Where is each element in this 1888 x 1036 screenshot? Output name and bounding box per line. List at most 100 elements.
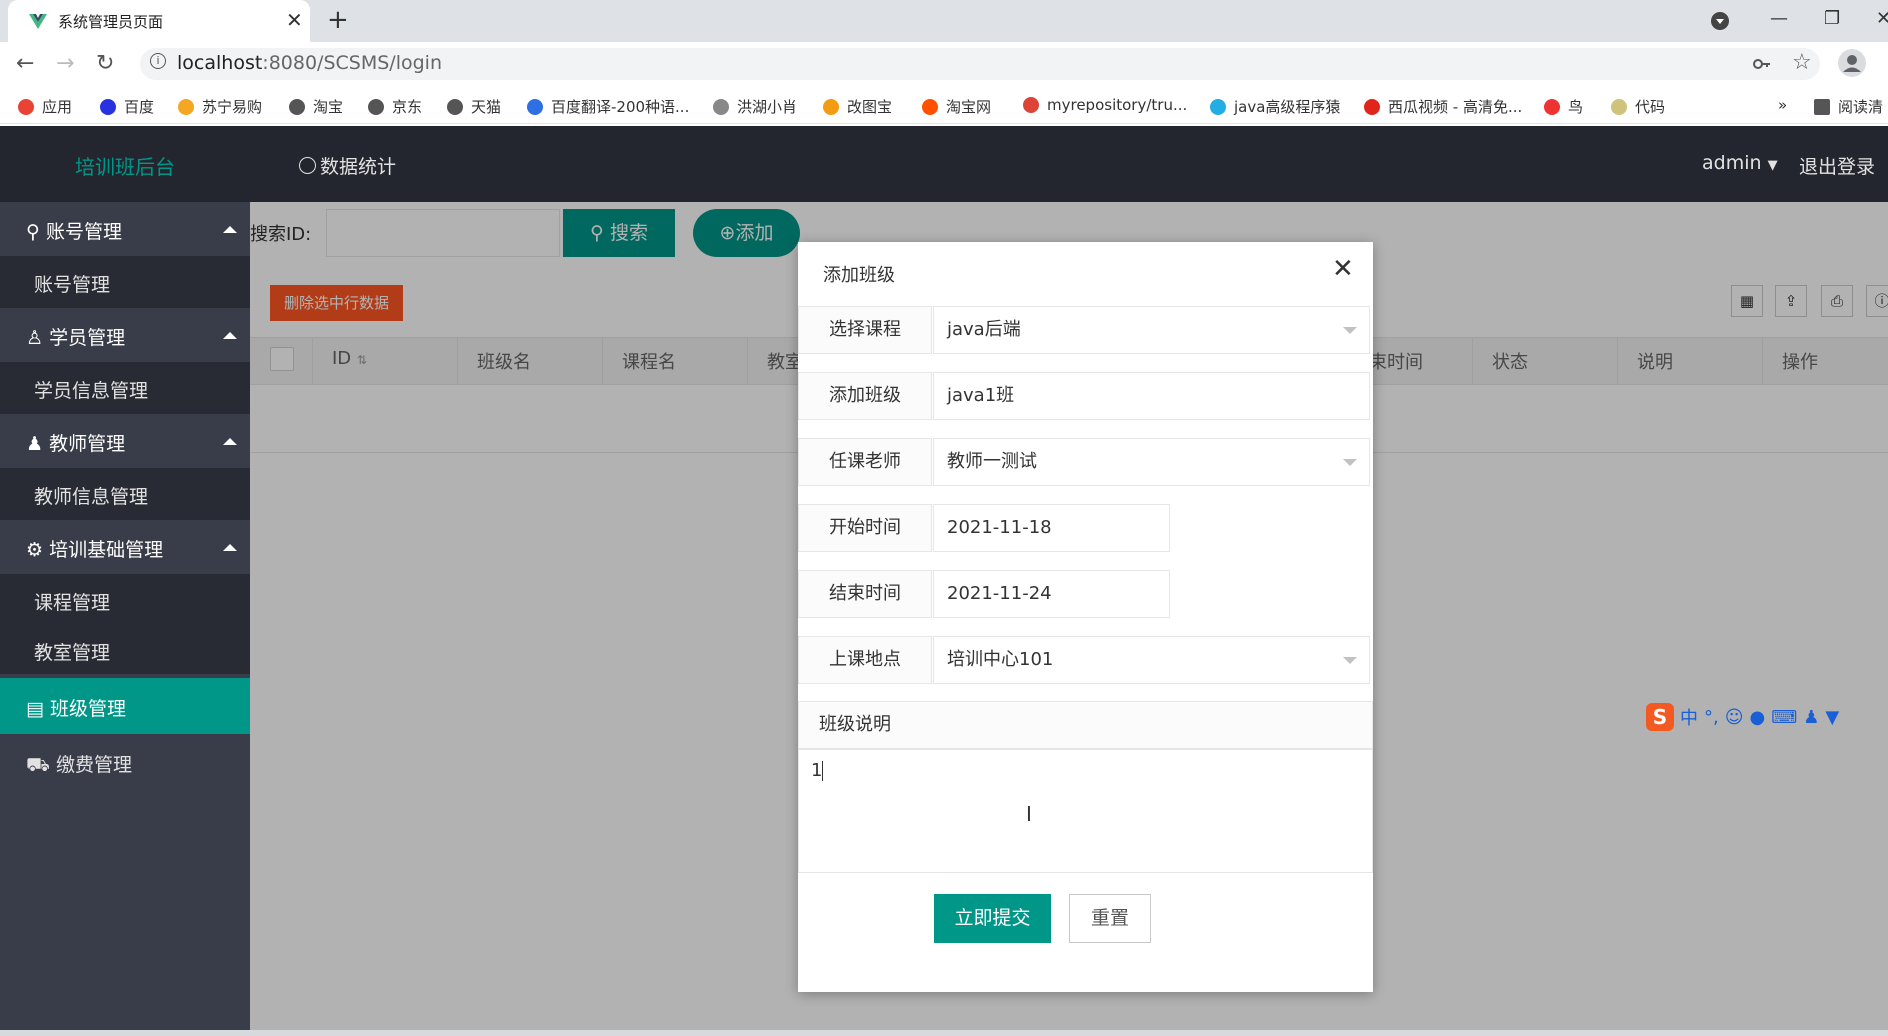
- gear-icon: ⚙: [26, 539, 44, 561]
- field-label-teacher: 任课老师: [798, 438, 932, 486]
- tab-search-icon[interactable]: [1710, 11, 1730, 31]
- bookmark-item[interactable]: myrepository/tru...: [1023, 96, 1187, 114]
- sidebar-item-label: 课程管理: [34, 592, 111, 614]
- bookmarks-overflow-icon[interactable]: »: [1778, 96, 1787, 114]
- nav-data-stats[interactable]: 数据统计: [299, 152, 396, 179]
- teacher-select[interactable]: 教师一测试: [933, 438, 1370, 486]
- bookmark-item[interactable]: 京东: [368, 96, 422, 117]
- logout-link[interactable]: 退出登录: [1799, 152, 1875, 179]
- bookmark-label: java高级程序猿: [1234, 98, 1341, 116]
- window-close-button[interactable]: ✕: [1876, 6, 1888, 32]
- bookmark-label: 应用: [42, 98, 73, 116]
- tab-close-icon[interactable]: ✕: [286, 8, 303, 32]
- sidebar-item-classroom[interactable]: 教室管理: [0, 626, 250, 674]
- window-minimize-button[interactable]: —: [1770, 6, 1788, 32]
- chevron-up-icon: [223, 226, 237, 233]
- user-menu[interactable]: admin ▼: [1702, 152, 1778, 174]
- field-label-class-name: 添加班级: [798, 372, 932, 420]
- reading-list-icon: [1814, 98, 1830, 115]
- apps-grid-icon: [18, 98, 34, 115]
- key-icon[interactable]: [1752, 54, 1772, 74]
- dashboard-icon: [299, 157, 316, 174]
- sidebar-item-payment[interactable]: ⛟ 缴费管理: [0, 734, 250, 790]
- sidebar-group-label: 教师管理: [49, 433, 126, 455]
- app-logo[interactable]: 培训班后台: [75, 151, 175, 180]
- sidebar-group-label: 学员管理: [49, 327, 126, 349]
- bookmark-label: myrepository/tru...: [1047, 96, 1188, 114]
- field-label-course: 选择课程: [798, 306, 932, 354]
- profile-avatar-icon[interactable]: [1838, 49, 1866, 77]
- sidebar-item-account-manage[interactable]: 账号管理: [0, 256, 250, 308]
- description-textarea[interactable]: 1: [798, 749, 1373, 873]
- browser-tab-strip: 系统管理员页面 ✕ + — ❐ ✕: [0, 0, 1888, 42]
- bookmark-item[interactable]: 淘宝: [289, 96, 343, 117]
- sidebar-item-student-info[interactable]: 学员信息管理: [0, 362, 250, 414]
- back-icon[interactable]: ←: [16, 51, 34, 77]
- skin-icon[interactable]: ▼: [1825, 707, 1839, 728]
- bookmark-item[interactable]: 改图宝: [823, 96, 892, 117]
- emoji-icon[interactable]: ☺: [1725, 707, 1744, 728]
- course-select[interactable]: java后端: [933, 306, 1370, 354]
- bookmark-label: 淘宝网: [946, 98, 992, 116]
- globe-icon: [368, 98, 384, 115]
- bookmark-item[interactable]: 淘宝网: [922, 96, 991, 117]
- reading-list-button[interactable]: 阅读清: [1814, 96, 1883, 117]
- ime-toolbar[interactable]: S 中 °, ☺ ● ⌨ ♟ ▼: [1646, 702, 1839, 732]
- bookmark-item[interactable]: 天猫: [447, 96, 501, 117]
- class-name-input[interactable]: java1班: [933, 372, 1370, 420]
- user-icon: ♙: [26, 327, 44, 349]
- bookmark-label: 天猫: [471, 98, 502, 116]
- bookmark-item[interactable]: 洪湖小肖: [713, 96, 797, 117]
- bookmark-item[interactable]: 应用: [18, 96, 72, 117]
- close-icon[interactable]: ✕: [1332, 255, 1354, 283]
- sidebar-group-training-basics[interactable]: ⚙ 培训基础管理: [0, 520, 250, 574]
- forward-icon[interactable]: →: [56, 51, 74, 77]
- reload-icon[interactable]: ↻: [96, 51, 114, 77]
- bookmark-item[interactable]: 西瓜视频 - 高清免...: [1364, 96, 1522, 117]
- bottom-strip: [0, 1030, 1888, 1036]
- bookmark-star-icon[interactable]: ☆: [1792, 50, 1812, 75]
- start-date-input[interactable]: 2021-11-18: [933, 504, 1170, 552]
- ime-mode[interactable]: 中: [1680, 704, 1698, 730]
- field-label-start-date: 开始时间: [798, 504, 932, 552]
- url-text[interactable]: localhost:8080/SCSMS/login: [177, 52, 442, 74]
- sidebar-item-teacher-info[interactable]: 教师信息管理: [0, 468, 250, 520]
- bookmark-item[interactable]: java高级程序猿: [1210, 96, 1340, 117]
- sidebar-item-class[interactable]: ▤ 班级管理: [0, 678, 250, 734]
- bookmark-item[interactable]: 苏宁易购: [178, 96, 262, 117]
- site-info-icon[interactable]: i: [150, 53, 166, 69]
- sidebar-group-teacher[interactable]: ♟ 教师管理: [0, 414, 250, 468]
- bookmark-label: 苏宁易购: [202, 98, 263, 116]
- bird-icon: [713, 98, 729, 115]
- translate-icon: [527, 98, 543, 115]
- browser-tab[interactable]: 系统管理员页面 ✕: [8, 0, 310, 42]
- sidebar-item-course[interactable]: 课程管理: [0, 574, 250, 626]
- list-icon: ▤: [26, 698, 44, 720]
- sidebar-group-student[interactable]: ♙ 学员管理: [0, 308, 250, 362]
- window-restore-button[interactable]: ❐: [1824, 6, 1840, 32]
- sidebar-item-label: 教室管理: [34, 642, 111, 664]
- code-icon: [1611, 98, 1627, 115]
- bookmark-item[interactable]: 百度: [100, 96, 154, 117]
- globe-icon: [447, 98, 463, 115]
- person-icon: ♟: [26, 433, 44, 455]
- sidebar-group-label: 培训基础管理: [49, 539, 164, 561]
- bookmark-item[interactable]: 代码: [1611, 96, 1665, 117]
- sidebar-group-account[interactable]: ⚲ 账号管理: [0, 202, 250, 256]
- submit-button[interactable]: 立即提交: [934, 894, 1051, 943]
- cart-icon: ⛟: [26, 754, 50, 776]
- bookmark-item[interactable]: 百度翻译-200种语...: [527, 96, 689, 117]
- punctuation-icon[interactable]: °,: [1704, 707, 1719, 728]
- sidebar-item-label: 账号管理: [34, 274, 111, 296]
- sidebar-item-label: 学员信息管理: [34, 380, 149, 402]
- end-date-input[interactable]: 2021-11-24: [933, 570, 1170, 618]
- microphone-icon[interactable]: ●: [1750, 707, 1766, 728]
- location-select[interactable]: 培训中心101: [933, 636, 1370, 684]
- reset-button[interactable]: 重置: [1069, 894, 1151, 943]
- keyboard-icon[interactable]: ⌨: [1771, 707, 1797, 728]
- user-icon[interactable]: ♟: [1803, 707, 1819, 728]
- sidebar-item-label: 班级管理: [50, 698, 127, 720]
- app-header: [0, 126, 1888, 202]
- bookmark-item[interactable]: 鸟: [1544, 96, 1583, 117]
- new-tab-button[interactable]: +: [327, 6, 349, 34]
